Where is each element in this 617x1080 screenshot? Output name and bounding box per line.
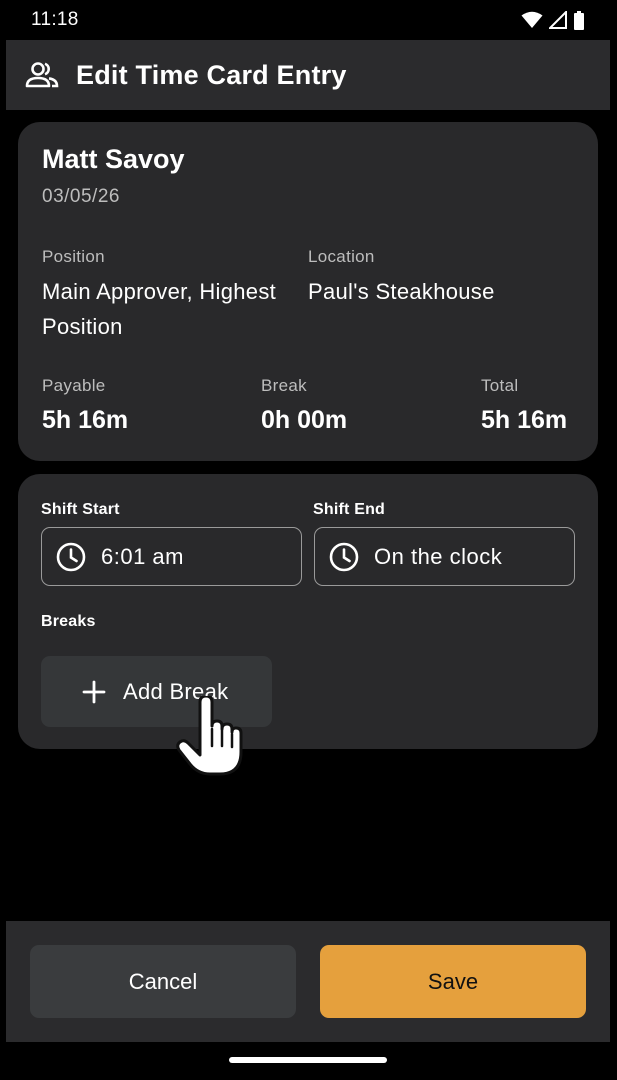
status-bar: 11:18 [0, 0, 617, 40]
payable-label: Payable [42, 376, 106, 395]
plus-icon [82, 680, 106, 703]
save-button[interactable]: Save [320, 945, 586, 1018]
location-value: Paul's Steakhouse [308, 279, 495, 304]
status-time: 11:18 [31, 9, 79, 30]
position-label: Position [42, 247, 105, 266]
battery-icon [574, 10, 584, 30]
cellular-signal-icon [549, 11, 567, 29]
shift-end-field[interactable]: On the clock [314, 527, 575, 586]
shift-start-field[interactable]: 6:01 am [41, 527, 302, 586]
page-title: Edit Time Card Entry [76, 59, 347, 90]
people-icon [25, 62, 59, 88]
hand-cursor-icon [176, 696, 243, 776]
shift-end-label: Shift End [313, 501, 386, 518]
bottom-action-bar: Cancel Save [6, 921, 610, 1042]
summary-card: Matt Savoy 03/05/26 Position Main Approv… [18, 122, 598, 461]
home-indicator[interactable] [229, 1057, 387, 1063]
entry-date: 03/05/26 [42, 186, 120, 207]
break-label: Break [261, 376, 307, 395]
wifi-icon [521, 11, 543, 28]
position-value: Main Approver, Highest Position [42, 279, 277, 339]
cancel-button[interactable]: Cancel [30, 945, 296, 1018]
shift-card: Shift Start Shift End 6:01 am On the clo… [18, 474, 598, 749]
break-value: 0h 00m [261, 406, 348, 434]
total-value: 5h 16m [481, 406, 568, 434]
breaks-label: Breaks [41, 613, 96, 630]
clock-icon [329, 542, 359, 571]
shift-end-value: On the clock [374, 543, 503, 569]
employee-name: Matt Savoy [42, 144, 185, 174]
shift-start-value: 6:01 am [101, 543, 184, 569]
clock-icon [56, 542, 86, 571]
shift-start-label: Shift Start [41, 501, 120, 518]
location-label: Location [308, 247, 375, 266]
total-label: Total [481, 376, 519, 395]
status-icons [521, 10, 585, 30]
payable-value: 5h 16m [42, 406, 129, 434]
app-bar: Edit Time Card Entry [6, 40, 610, 110]
